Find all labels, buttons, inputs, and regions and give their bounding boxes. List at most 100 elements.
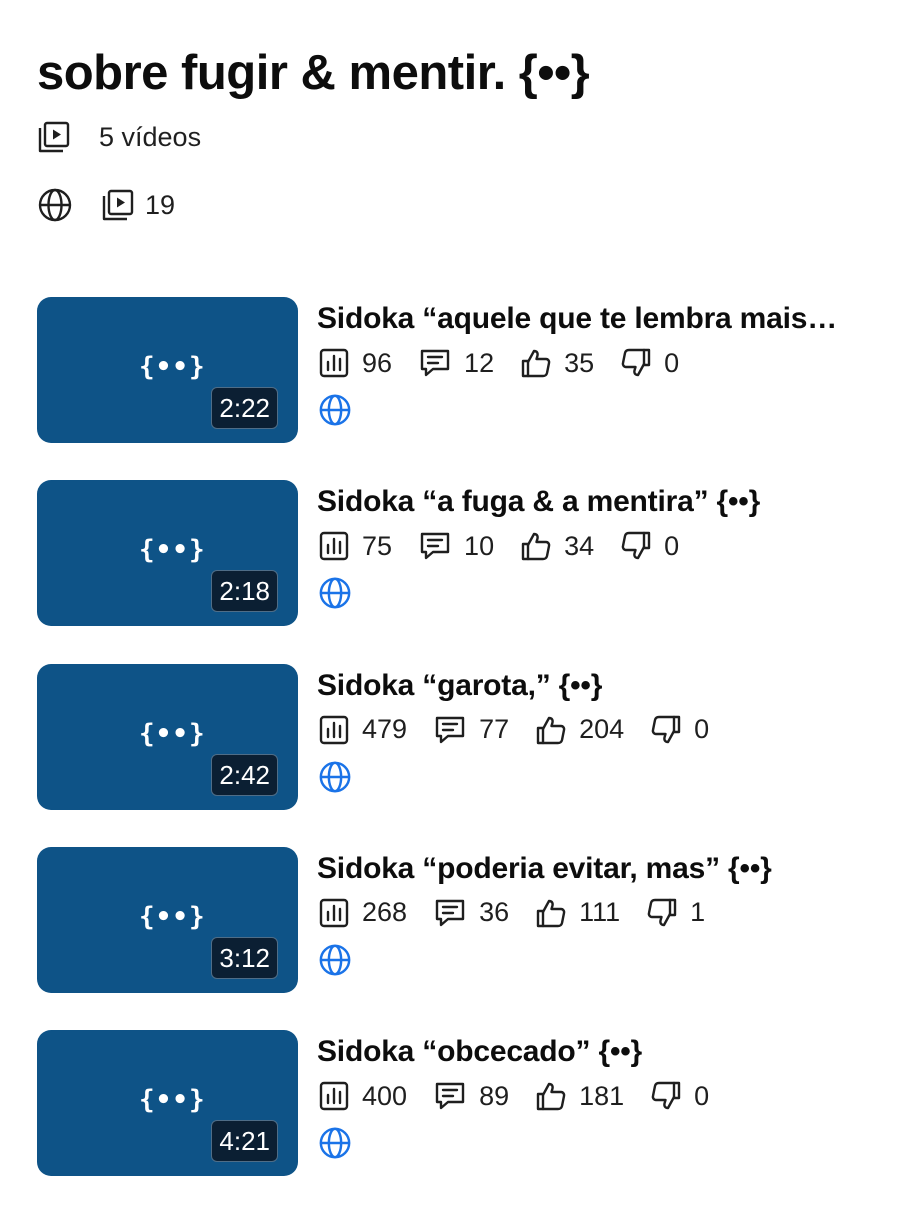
- video-item[interactable]: {••} 3:12 Sidoka “poderia evitar, mas” {…: [37, 846, 921, 993]
- plays-count: 19: [145, 189, 176, 220]
- comment-icon: [435, 899, 465, 927]
- channel-logo: {••}: [139, 352, 206, 382]
- dislikes-count: 0: [694, 714, 710, 745]
- thumbs-up-icon: [536, 716, 566, 744]
- video-count-row: 5 vídeos: [37, 120, 201, 154]
- thumbs-up-icon: [536, 1082, 566, 1111]
- likes-count: 111: [579, 897, 621, 928]
- playlist-stats-row: 19: [37, 187, 175, 223]
- thumbs-up-icon: [521, 533, 551, 561]
- duration-badge: 2:42: [211, 753, 278, 796]
- video-item[interactable]: {••} 2:18 Sidoka “a fuga & a mentira” {•…: [37, 480, 921, 627]
- public-globe-icon: [318, 943, 352, 982]
- views-stat: 479: [318, 714, 407, 746]
- likes-count: 34: [564, 530, 595, 561]
- duration-badge: 4:21: [211, 1120, 278, 1163]
- views-chart-icon: [319, 715, 349, 744]
- thumbs-up-icon: [536, 899, 566, 928]
- video-item[interactable]: {••} 2:42 Sidoka “garota,” {••} 479 77 2…: [37, 663, 921, 810]
- views-stat: 268: [318, 897, 407, 929]
- video-stats: 268 36 111 1: [318, 897, 731, 929]
- comments-count: 12: [464, 347, 495, 378]
- dislikes-count: 0: [664, 530, 680, 561]
- views-chart-icon: [319, 348, 349, 378]
- video-title[interactable]: Sidoka “aquele que te lembra mais…: [317, 299, 887, 339]
- comments-count: 36: [479, 897, 510, 928]
- video-title[interactable]: Sidoka “poderia evitar, mas” {••}: [317, 849, 887, 889]
- views-count: 96: [362, 347, 393, 378]
- likes-count: 181: [579, 1080, 625, 1111]
- thumbs-down-icon: [621, 532, 651, 560]
- comment-icon: [435, 716, 465, 743]
- comments-stat: 12: [418, 347, 494, 379]
- comment-icon: [420, 533, 450, 560]
- comments-count: 89: [479, 1080, 510, 1111]
- comments-count: 77: [479, 714, 510, 745]
- thumbs-down-icon: [621, 348, 651, 377]
- video-thumbnail[interactable]: {••} 2:18: [37, 480, 298, 627]
- views-chart-icon: [319, 532, 349, 561]
- dislikes-stat: 0: [620, 347, 679, 379]
- comments-stat: 36: [433, 897, 509, 929]
- video-stats: 400 89 181 0: [318, 1080, 735, 1112]
- video-item[interactable]: {••} 4:21 Sidoka “obcecado” {••} 400 89 …: [37, 1030, 921, 1177]
- views-chart-icon: [319, 898, 349, 928]
- dislikes-stat: 0: [620, 530, 679, 562]
- channel-logo: {••}: [139, 718, 206, 749]
- likes-stat: 181: [535, 1080, 624, 1112]
- video-stats: 75 10 34 0: [318, 530, 705, 562]
- video-stats: 479 77 204 0: [318, 714, 735, 746]
- likes-stat: 204: [535, 714, 624, 746]
- views-chart-icon: [319, 1081, 349, 1111]
- duration-badge: 2:18: [211, 570, 278, 613]
- dislikes-stat: 0: [650, 714, 709, 746]
- likes-stat: 111: [535, 897, 620, 929]
- comment-icon: [420, 349, 450, 377]
- likes-count: 35: [564, 347, 595, 378]
- video-count: 5 vídeos: [99, 121, 202, 152]
- public-globe-icon: [318, 393, 352, 432]
- channel-logo: {••}: [139, 535, 206, 566]
- channel-logo: {••}: [139, 1085, 206, 1116]
- views-stat: 400: [318, 1080, 407, 1112]
- likes-count: 204: [579, 714, 625, 745]
- views-count: 400: [362, 1080, 408, 1111]
- video-thumbnail[interactable]: {••} 4:21: [37, 1030, 298, 1177]
- video-title[interactable]: Sidoka “a fuga & a mentira” {••}: [317, 482, 887, 522]
- thumbs-down-icon: [647, 898, 677, 927]
- dislikes-stat: 1: [646, 897, 705, 929]
- video-title[interactable]: Sidoka “obcecado” {••}: [317, 1032, 887, 1072]
- views-count: 268: [362, 897, 408, 928]
- thumbs-down-icon: [651, 1081, 681, 1110]
- comments-stat: 10: [418, 530, 494, 562]
- likes-stat: 34: [520, 530, 594, 562]
- video-thumbnail[interactable]: {••} 2:42: [37, 663, 298, 810]
- playlist-icon: [37, 120, 71, 154]
- likes-stat: 35: [520, 347, 594, 379]
- video-stats: 96 12 35 0: [318, 347, 705, 379]
- views-stat: 96: [318, 347, 392, 379]
- views-stat: 75: [318, 530, 392, 562]
- views-count: 479: [362, 714, 408, 745]
- dislikes-count: 1: [690, 897, 706, 928]
- video-thumbnail[interactable]: {••} 3:12: [37, 846, 298, 993]
- comment-icon: [435, 1082, 465, 1110]
- public-globe-icon: [318, 760, 352, 799]
- duration-badge: 2:22: [211, 387, 278, 429]
- dislikes-count: 0: [664, 347, 680, 378]
- video-title[interactable]: Sidoka “garota,” {••}: [317, 666, 887, 706]
- views-count: 75: [362, 530, 393, 561]
- globe-icon: [37, 187, 73, 223]
- video-item[interactable]: {••} 2:22 Sidoka “aquele que te lembra m…: [37, 297, 921, 443]
- public-globe-icon: [318, 576, 352, 615]
- comments-count: 10: [464, 530, 495, 561]
- channel-logo: {••}: [139, 901, 206, 932]
- page-title: sobre fugir & mentir. {••}: [37, 46, 590, 100]
- thumbs-up-icon: [521, 349, 551, 378]
- dislikes-stat: 0: [650, 1080, 709, 1112]
- playlist-icon: [101, 188, 135, 222]
- public-globe-icon: [318, 1126, 352, 1165]
- video-thumbnail[interactable]: {••} 2:22: [37, 297, 298, 443]
- dislikes-count: 0: [694, 1080, 710, 1111]
- comments-stat: 89: [433, 1080, 509, 1112]
